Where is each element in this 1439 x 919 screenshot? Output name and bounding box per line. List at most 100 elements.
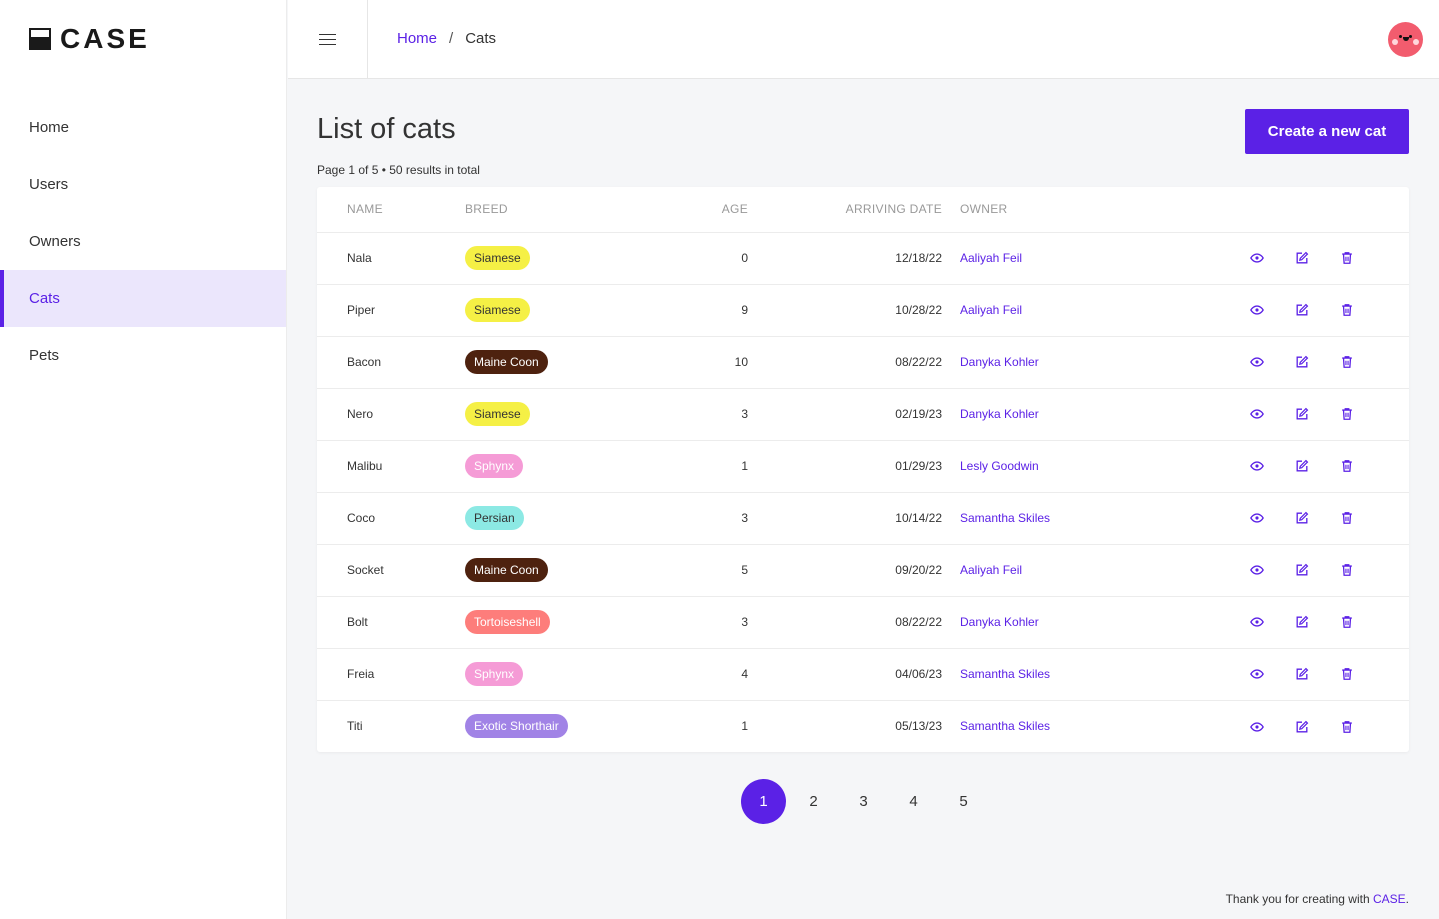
spacer-cell (1369, 492, 1409, 545)
page-button-5[interactable]: 5 (941, 779, 986, 824)
trash-icon[interactable] (1340, 459, 1354, 473)
eye-icon[interactable] (1249, 407, 1264, 421)
action-cell (1279, 232, 1324, 285)
owner-link[interactable]: Aaliyah Feil (960, 251, 1022, 265)
edit-icon[interactable] (1295, 459, 1309, 473)
edit-icon[interactable] (1295, 511, 1309, 525)
breadcrumb-home-link[interactable]: Home (397, 30, 437, 47)
age-cell: 3 (710, 388, 748, 441)
sidebar-item-home[interactable]: Home (0, 99, 286, 156)
arriving-date-cell: 12/18/22 (748, 232, 942, 285)
owner-link[interactable]: Samantha Skiles (960, 719, 1050, 733)
age-cell: 9 (710, 284, 748, 337)
arriving-date-cell: 09/20/22 (748, 544, 942, 597)
sidebar-item-pets[interactable]: Pets (0, 327, 286, 384)
action-cell (1279, 388, 1324, 441)
arriving-date-cell: 05/13/23 (895, 719, 942, 734)
eye-icon[interactable] (1249, 563, 1264, 577)
trash-icon[interactable] (1340, 511, 1354, 525)
trash-icon[interactable] (1340, 303, 1354, 317)
breed-cell: Persian (465, 492, 710, 545)
footer-case-link[interactable]: CASE (1373, 892, 1406, 906)
sidebar-item-users[interactable]: Users (0, 156, 286, 213)
trash-icon[interactable] (1340, 563, 1354, 577)
menu-toggle-button[interactable] (288, 0, 368, 78)
age-cell: 4 (710, 648, 748, 701)
arriving-date-cell: 04/06/23 (748, 648, 942, 701)
edit-icon[interactable] (1295, 303, 1309, 317)
edit-icon[interactable] (1295, 667, 1309, 681)
action-cell (1234, 544, 1279, 597)
trash-icon[interactable] (1340, 667, 1354, 681)
eye-icon[interactable] (1249, 251, 1264, 265)
edit-icon[interactable] (1295, 563, 1309, 577)
avatar[interactable] (1388, 22, 1423, 57)
sidebar-item-cats[interactable]: Cats (0, 270, 286, 327)
arriving-date-cell: 01/29/23 (748, 440, 942, 493)
trash-icon[interactable] (1340, 720, 1354, 734)
column-header-breed[interactable]: BREED (465, 187, 710, 233)
column-header-arriving-date[interactable]: ARRIVING DATE (748, 187, 942, 233)
owner-link[interactable]: Lesly Goodwin (960, 459, 1039, 473)
edit-icon[interactable] (1295, 407, 1309, 421)
eye-icon[interactable] (1249, 459, 1264, 473)
page-button-3[interactable]: 3 (841, 779, 886, 824)
owner-link[interactable]: Aaliyah Feil (960, 303, 1022, 317)
column-header-owner[interactable]: OWNER (942, 187, 1234, 233)
owner-link[interactable]: Danyka Kohler (960, 355, 1039, 369)
owner-link[interactable]: Danyka Kohler (960, 407, 1039, 421)
avatar-eye-icon (1399, 35, 1402, 38)
column-header-age[interactable]: AGE (710, 187, 748, 233)
sidebar-nav: Home Users Owners Cats Pets (0, 99, 286, 384)
owner-link[interactable]: Samantha Skiles (960, 667, 1050, 681)
cat-name-cell: Bacon (317, 336, 465, 389)
breed-badge: Persian (465, 506, 524, 530)
cat-name-cell: Coco (317, 492, 465, 545)
owner-link[interactable]: Samantha Skiles (960, 511, 1050, 525)
trash-icon[interactable] (1340, 355, 1354, 369)
action-cell (1324, 440, 1369, 493)
edit-icon[interactable] (1295, 615, 1309, 629)
sidebar-item-owners[interactable]: Owners (0, 213, 286, 270)
breed-cell: Sphynx (465, 440, 710, 493)
eye-icon[interactable] (1249, 355, 1264, 369)
owner-link[interactable]: Danyka Kohler (960, 615, 1039, 629)
table-row: Nala Siamese 0 12/18/22 Aaliyah Feil (317, 232, 1409, 285)
owner-cell: Samantha Skiles (942, 700, 1234, 752)
action-cell (1234, 336, 1279, 389)
topbar: Home / Cats (288, 0, 1439, 79)
breed-cell: Siamese (465, 232, 710, 285)
main-content: List of cats Create a new cat Page 1 of … (288, 79, 1439, 919)
table-row: Nero Siamese 3 02/19/23 Danyka Kohler (317, 388, 1409, 441)
pagination: 1 2 3 4 5 (741, 779, 991, 824)
logo[interactable]: CASE (29, 25, 150, 53)
eye-icon[interactable] (1249, 511, 1264, 525)
action-cell (1324, 700, 1369, 752)
eye-icon[interactable] (1249, 720, 1264, 734)
column-header-name[interactable]: NAME (317, 187, 465, 233)
eye-icon[interactable] (1249, 303, 1264, 317)
trash-icon[interactable] (1340, 615, 1354, 629)
create-cat-button[interactable]: Create a new cat (1245, 109, 1409, 154)
edit-icon[interactable] (1295, 720, 1309, 734)
eye-icon[interactable] (1249, 615, 1264, 629)
breed-cell: Siamese (465, 388, 710, 441)
page-button-2[interactable]: 2 (791, 779, 836, 824)
eye-icon[interactable] (1249, 667, 1264, 681)
arriving-date-cell: 02/19/23 (748, 388, 942, 441)
owner-cell: Aaliyah Feil (942, 544, 1234, 597)
edit-icon[interactable] (1295, 251, 1309, 265)
breed-badge: Maine Coon (465, 558, 548, 582)
page-button-4[interactable]: 4 (891, 779, 936, 824)
action-cell (1234, 648, 1279, 701)
page-button-1[interactable]: 1 (741, 779, 786, 824)
table-row: Coco Persian 3 10/14/22 Samantha Skiles (317, 492, 1409, 545)
trash-icon[interactable] (1340, 251, 1354, 265)
edit-icon[interactable] (1295, 355, 1309, 369)
breed-badge: Siamese (465, 298, 530, 322)
trash-icon[interactable] (1340, 407, 1354, 421)
avatar-mouth-icon (1403, 37, 1409, 41)
owner-cell: Samantha Skiles (942, 492, 1234, 545)
owner-link[interactable]: Aaliyah Feil (960, 563, 1022, 577)
cats-table: NAME BREED AGE ARRIVING DATE OWNER Nala S… (317, 187, 1409, 752)
